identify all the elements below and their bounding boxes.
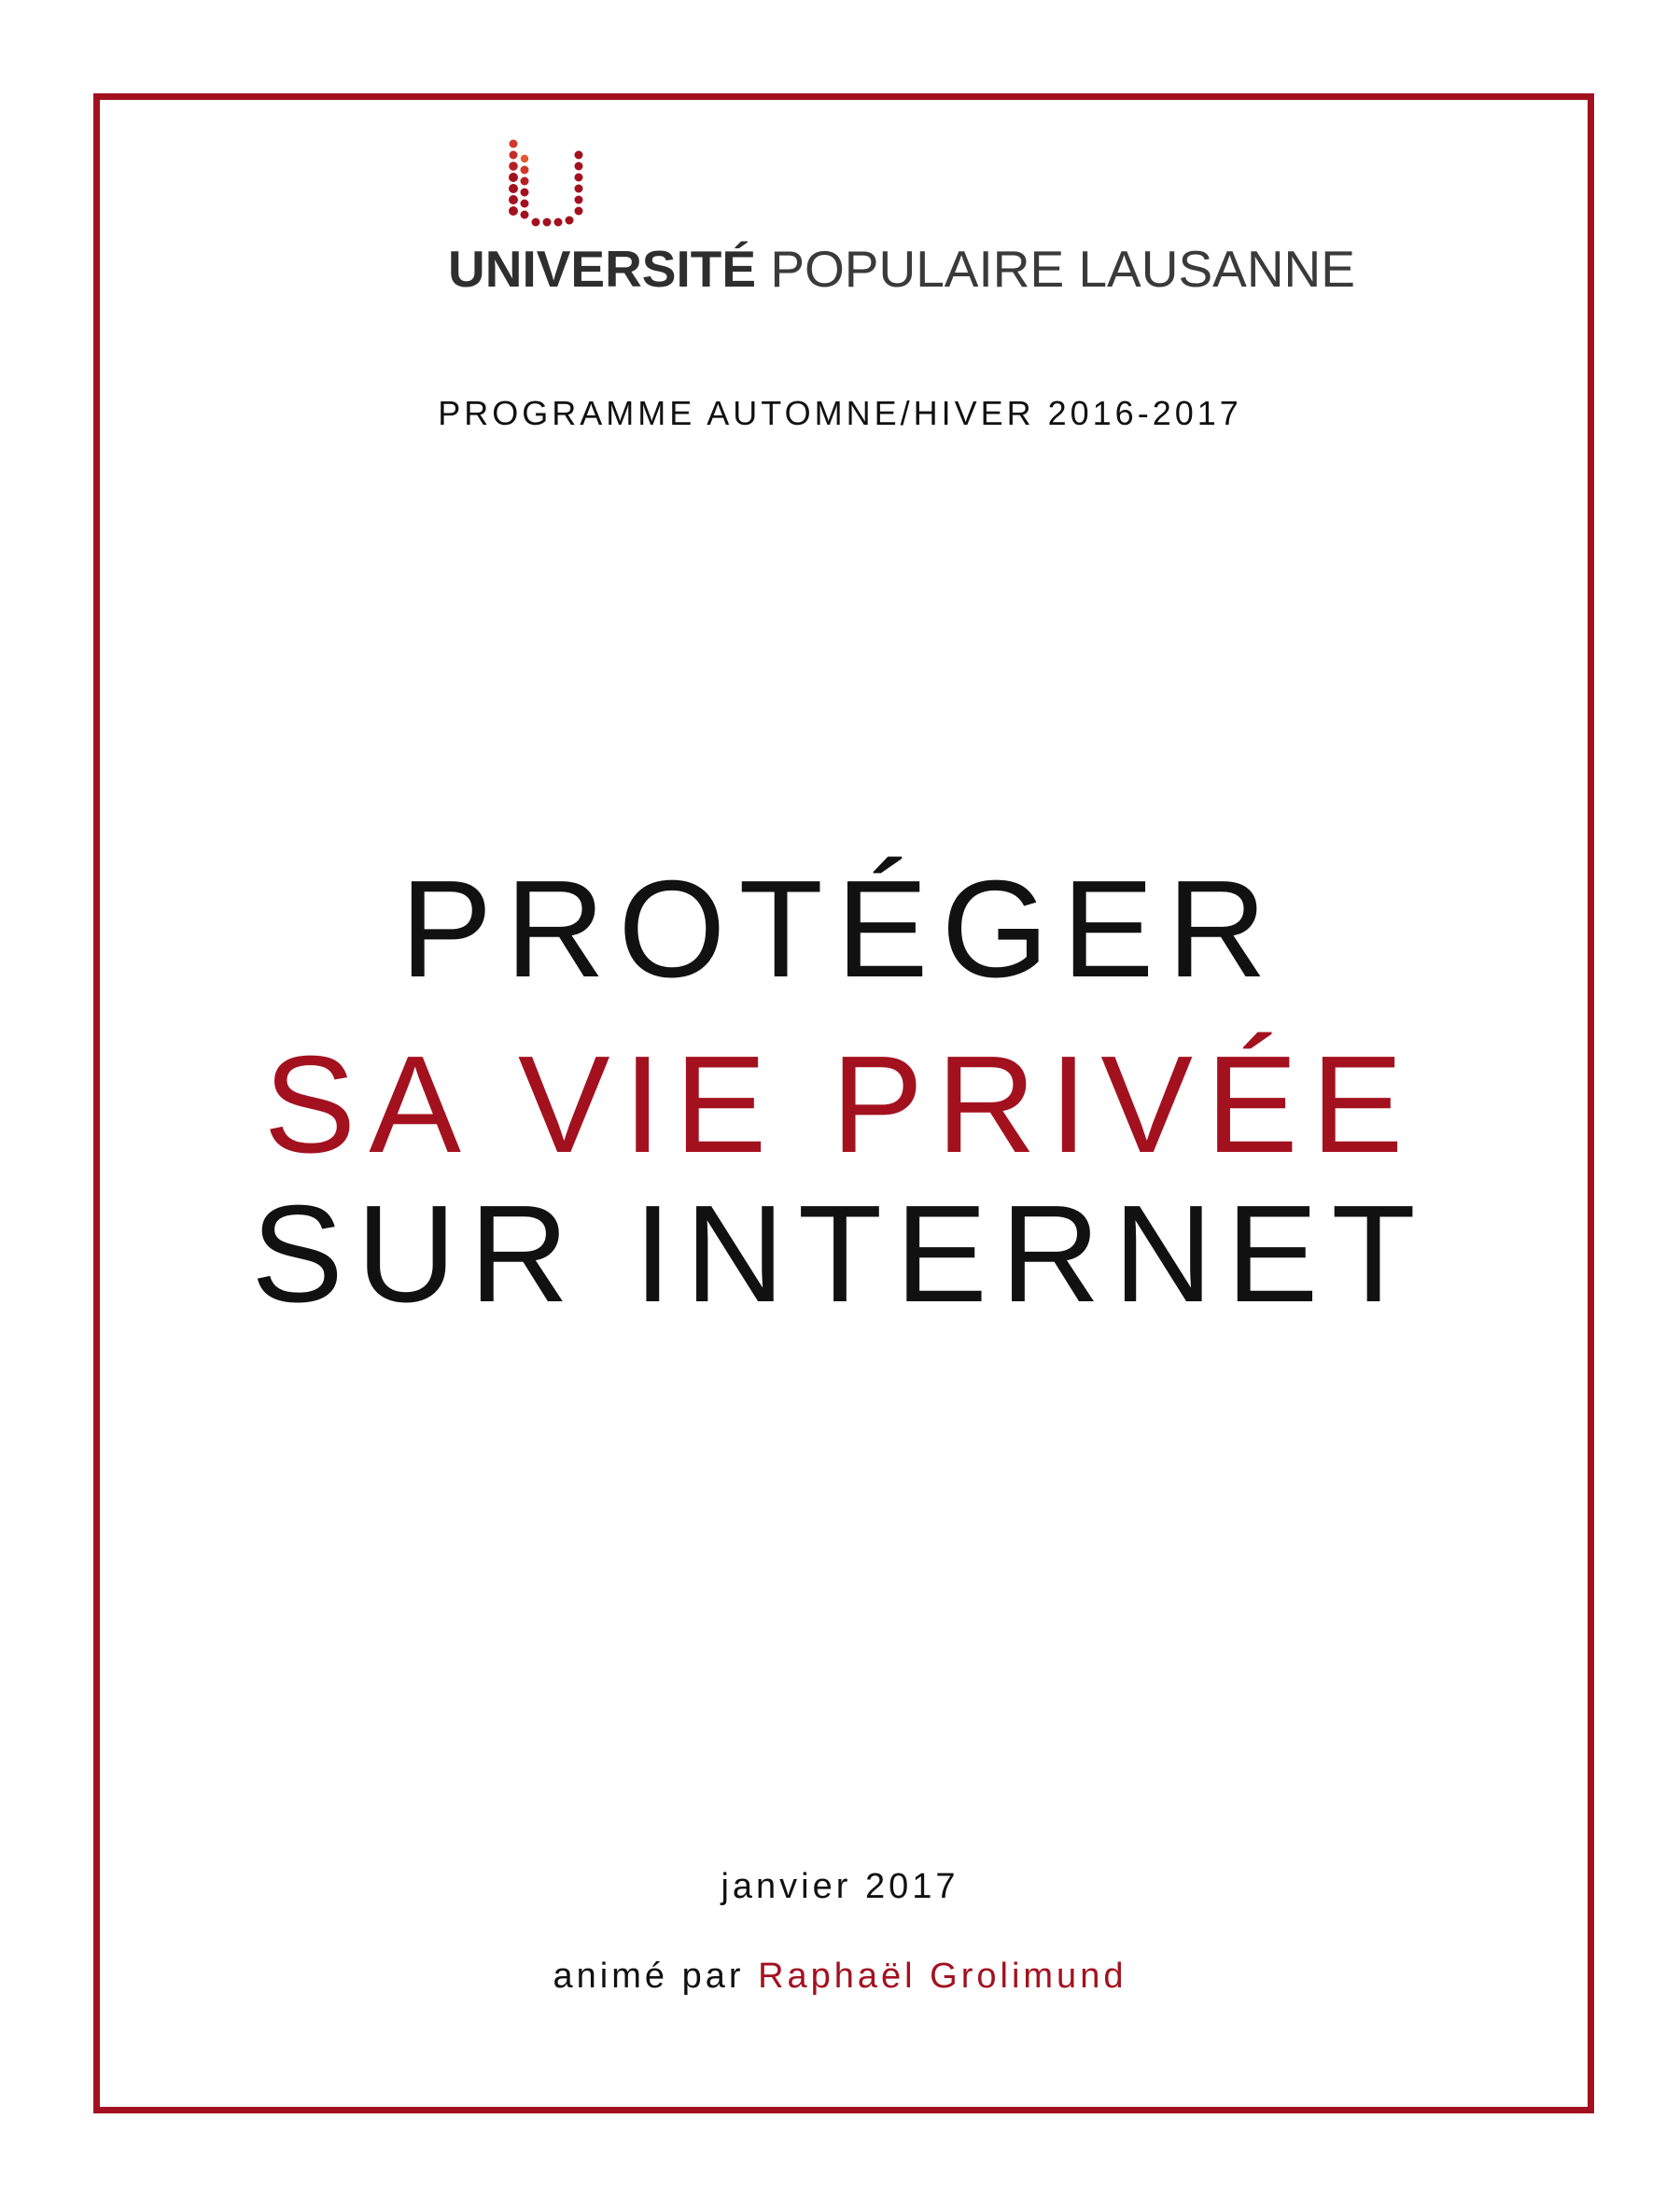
dotted-u-logo-icon [509, 139, 583, 227]
program-subtitle: PROGRAMME AUTOMNE/HIVER 2016-2017 [438, 394, 1242, 432]
university-name-light: POPULAIRE LAUSANNE [770, 240, 1355, 298]
host-prefix: animé par [553, 1957, 745, 1996]
host-line: animé par Raphaël Grolimund [0, 1957, 1680, 1997]
title-line-2: SA VIE PRIVÉE [263, 1028, 1417, 1182]
course-date: janvier 2017 [721, 1867, 959, 1906]
university-name-strong: UNIVERSITÉ [448, 240, 757, 298]
title-line-1: PROTÉGER [399, 852, 1281, 1006]
university-name: UNIVERSITÉ POPULAIRE LAUSANNE [448, 239, 1355, 299]
title-line-3: SUR INTERNET [251, 1177, 1429, 1331]
university-logo: UNIVERSITÉ POPULAIRE LAUSANNE [0, 138, 1680, 302]
host-name: Raphaël Grolimund [758, 1957, 1127, 1996]
